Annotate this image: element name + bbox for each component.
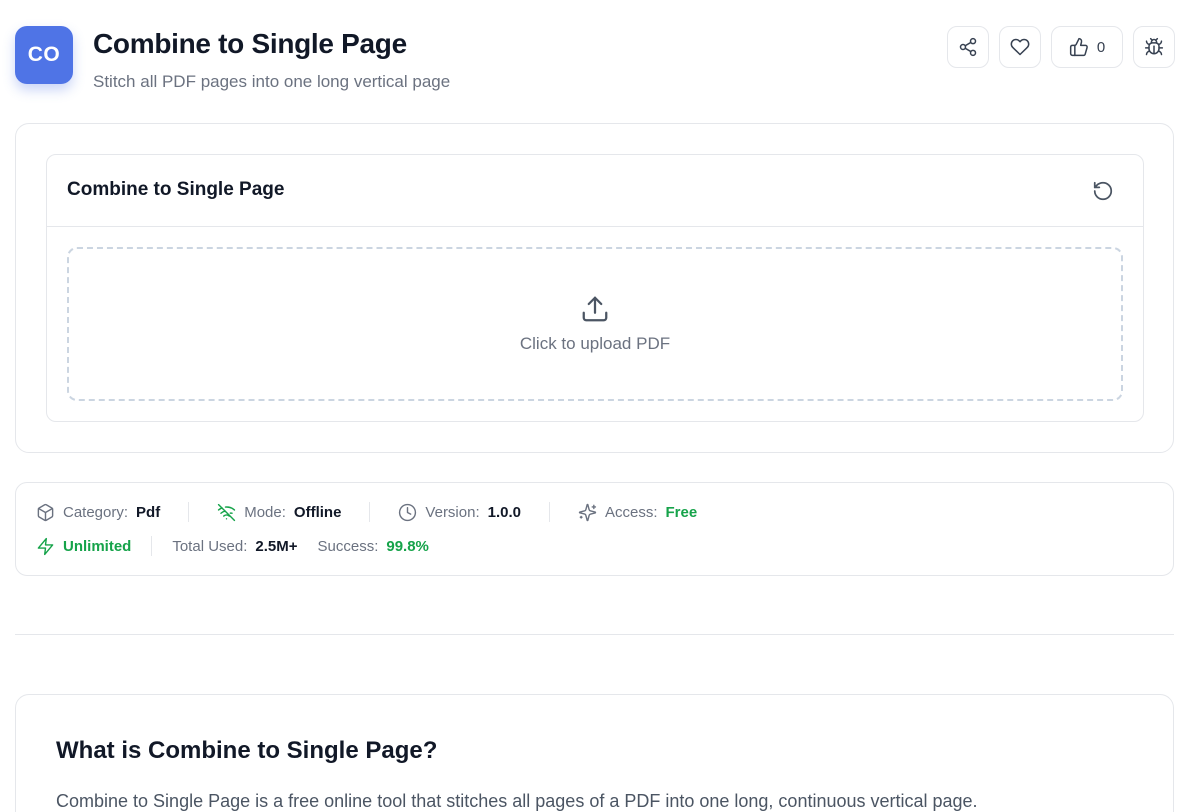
tool-header: CO Combine to Single Page Stitch all PDF…	[15, 26, 1175, 96]
total-used-value: 2.5M+	[255, 537, 298, 555]
page: CO Combine to Single Page Stitch all PDF…	[0, 0, 1200, 812]
tool-panel-header: Combine to Single Page	[47, 155, 1143, 227]
favorite-button[interactable]	[999, 26, 1041, 68]
meta-access: Access: Free	[578, 503, 697, 522]
category-label: Category:	[63, 503, 129, 521]
success-value: 99.8%	[386, 537, 429, 555]
total-used-label: Total Used:	[172, 537, 248, 555]
wifi-off-icon	[218, 503, 236, 521]
unlimited-label: Unlimited	[63, 537, 132, 555]
mode-label: Mode:	[244, 503, 286, 521]
bug-icon	[1144, 37, 1164, 56]
meta-total-used: Total Used: 2.5M+	[172, 538, 297, 555]
meta-mode: Mode: Offline	[217, 503, 341, 522]
reset-icon	[1093, 181, 1113, 201]
like-count: 0	[1096, 38, 1106, 56]
meta-separator	[151, 536, 153, 556]
tool-meta-bar: Category: Pdf Mode: Offline Version: 1.0…	[15, 482, 1174, 576]
success-label: Success:	[317, 537, 379, 555]
access-label: Access:	[605, 503, 658, 521]
upload-icon	[582, 296, 608, 322]
like-button[interactable]: 0	[1051, 26, 1123, 68]
page-subtitle: Stitch all PDF pages into one long verti…	[93, 72, 451, 91]
share-icon	[959, 37, 977, 57]
sparkles-icon	[578, 503, 597, 521]
meta-success: Success: 99.8%	[318, 538, 429, 555]
thumbs-up-icon	[1069, 37, 1088, 57]
meta-separator	[369, 502, 371, 522]
lightning-icon	[37, 537, 54, 555]
about-title: What is Combine to Single Page?	[56, 737, 438, 764]
version-label: Version:	[425, 503, 480, 521]
clock-icon	[399, 503, 417, 521]
reset-button[interactable]	[1091, 179, 1115, 203]
share-button[interactable]	[947, 26, 989, 68]
meta-category: Category: Pdf	[36, 503, 160, 522]
version-value: 1.0.0	[487, 503, 521, 521]
meta-version: Version: 1.0.0	[398, 503, 521, 522]
mode-value: Offline	[293, 503, 342, 521]
tool-panel-title: Combine to Single Page	[67, 179, 285, 200]
meta-separator	[549, 502, 550, 522]
tool-card: Combine to Single Page Click to upload P…	[15, 123, 1174, 453]
package-icon	[37, 503, 54, 521]
tool-panel: Combine to Single Page Click to upload P…	[46, 154, 1144, 422]
header-actions: 0	[947, 26, 1175, 68]
meta-unlimited: Unlimited	[36, 537, 131, 556]
category-value: Pdf	[136, 503, 161, 521]
about-text: Combine to Single Page is a free online …	[56, 791, 978, 811]
about-card: What is Combine to Single Page? Combine …	[15, 694, 1174, 812]
report-bug-button[interactable]	[1133, 26, 1175, 68]
meta-row: Category: Pdf Mode: Offline Version: 1.0…	[36, 502, 697, 522]
section-divider	[15, 634, 1174, 635]
page-title: Combine to Single Page	[93, 28, 407, 59]
app-icon: CO	[15, 26, 73, 84]
heart-icon	[1010, 38, 1030, 56]
pdf-upload-dropzone[interactable]: Click to upload PDF	[67, 247, 1123, 401]
meta-separator	[188, 502, 190, 522]
access-value: Free	[665, 503, 698, 521]
meta-row: Unlimited Total Used: 2.5M+ Success: 99.…	[36, 536, 429, 556]
upload-prompt: Click to upload PDF	[519, 334, 671, 353]
